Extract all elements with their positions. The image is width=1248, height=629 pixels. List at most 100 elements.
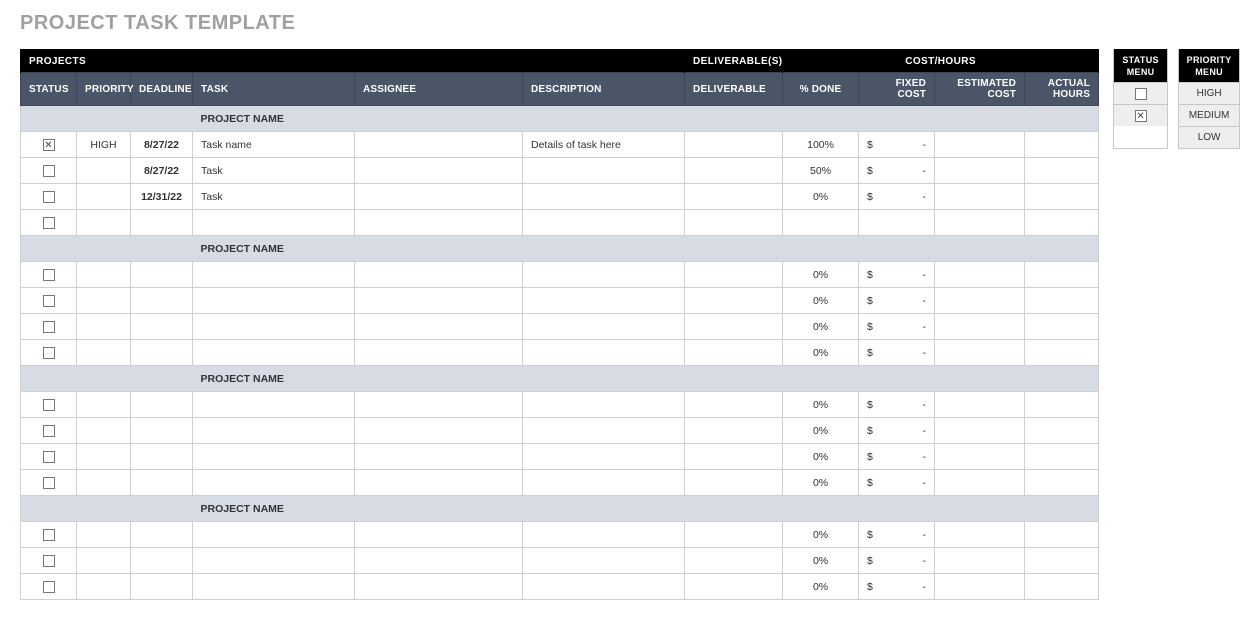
assignee-cell[interactable] (355, 314, 523, 340)
description-cell[interactable] (523, 574, 685, 600)
fixed-cost-cell[interactable]: $- (859, 444, 935, 470)
status-checkbox[interactable] (43, 425, 55, 437)
status-checkbox[interactable] (43, 139, 55, 151)
task-cell[interactable] (193, 288, 355, 314)
priority-cell[interactable] (77, 262, 131, 288)
estimated-cost-cell[interactable] (935, 210, 1025, 236)
description-cell[interactable] (523, 522, 685, 548)
assignee-cell[interactable] (355, 184, 523, 210)
status-checkbox[interactable] (43, 269, 55, 281)
status-menu-checkbox[interactable] (1135, 88, 1147, 100)
section-name[interactable]: PROJECT NAME (193, 236, 1099, 262)
deadline-cell[interactable] (131, 340, 193, 366)
deadline-cell[interactable] (131, 314, 193, 340)
deliverable-cell[interactable] (685, 470, 783, 496)
description-cell[interactable] (523, 184, 685, 210)
priority-cell[interactable] (77, 210, 131, 236)
status-checkbox[interactable] (43, 581, 55, 593)
deadline-cell[interactable] (131, 418, 193, 444)
deadline-cell[interactable]: 8/27/22 (131, 132, 193, 158)
assignee-cell[interactable] (355, 132, 523, 158)
task-cell[interactable] (193, 392, 355, 418)
pct-done-cell[interactable]: 0% (783, 522, 859, 548)
deliverable-cell[interactable] (685, 158, 783, 184)
assignee-cell[interactable] (355, 210, 523, 236)
task-cell[interactable] (193, 548, 355, 574)
task-cell[interactable] (193, 418, 355, 444)
fixed-cost-cell[interactable]: $- (859, 574, 935, 600)
estimated-cost-cell[interactable] (935, 548, 1025, 574)
fixed-cost-cell[interactable]: $- (859, 158, 935, 184)
deliverable-cell[interactable] (685, 392, 783, 418)
deliverable-cell[interactable] (685, 262, 783, 288)
description-cell[interactable] (523, 418, 685, 444)
estimated-cost-cell[interactable] (935, 522, 1025, 548)
task-cell[interactable] (193, 444, 355, 470)
section-name[interactable]: PROJECT NAME (193, 106, 1099, 132)
estimated-cost-cell[interactable] (935, 184, 1025, 210)
pct-done-cell[interactable]: 0% (783, 418, 859, 444)
deliverable-cell[interactable] (685, 548, 783, 574)
priority-cell[interactable] (77, 548, 131, 574)
estimated-cost-cell[interactable] (935, 392, 1025, 418)
assignee-cell[interactable] (355, 418, 523, 444)
priority-menu-option[interactable]: LOW (1179, 126, 1239, 148)
pct-done-cell[interactable]: 0% (783, 470, 859, 496)
deliverable-cell[interactable] (685, 184, 783, 210)
fixed-cost-cell[interactable]: $- (859, 470, 935, 496)
assignee-cell[interactable] (355, 470, 523, 496)
deliverable-cell[interactable] (685, 522, 783, 548)
deliverable-cell[interactable] (685, 210, 783, 236)
actual-hours-cell[interactable] (1025, 262, 1099, 288)
status-checkbox[interactable] (43, 295, 55, 307)
status-cell[interactable] (21, 288, 77, 314)
estimated-cost-cell[interactable] (935, 574, 1025, 600)
fixed-cost-cell[interactable]: $- (859, 548, 935, 574)
estimated-cost-cell[interactable] (935, 158, 1025, 184)
deadline-cell[interactable] (131, 444, 193, 470)
pct-done-cell[interactable]: 0% (783, 314, 859, 340)
status-checkbox[interactable] (43, 347, 55, 359)
deadline-cell[interactable] (131, 262, 193, 288)
fixed-cost-cell[interactable]: $- (859, 392, 935, 418)
task-cell[interactable] (193, 340, 355, 366)
fixed-cost-cell[interactable]: $- (859, 262, 935, 288)
fixed-cost-cell[interactable]: $- (859, 184, 935, 210)
deadline-cell[interactable] (131, 574, 193, 600)
status-cell[interactable] (21, 210, 77, 236)
description-cell[interactable] (523, 288, 685, 314)
status-checkbox[interactable] (43, 217, 55, 229)
description-cell[interactable] (523, 548, 685, 574)
priority-cell[interactable] (77, 288, 131, 314)
deadline-cell[interactable] (131, 392, 193, 418)
status-menu-option[interactable] (1114, 82, 1167, 104)
deadline-cell[interactable] (131, 522, 193, 548)
assignee-cell[interactable] (355, 522, 523, 548)
actual-hours-cell[interactable] (1025, 314, 1099, 340)
task-cell[interactable] (193, 210, 355, 236)
section-name[interactable]: PROJECT NAME (193, 496, 1099, 522)
fixed-cost-cell[interactable]: $- (859, 132, 935, 158)
fixed-cost-cell[interactable]: $- (859, 314, 935, 340)
task-cell[interactable] (193, 470, 355, 496)
priority-cell[interactable] (77, 444, 131, 470)
pct-done-cell[interactable]: 0% (783, 444, 859, 470)
deadline-cell[interactable] (131, 470, 193, 496)
actual-hours-cell[interactable] (1025, 210, 1099, 236)
fixed-cost-cell[interactable]: $- (859, 288, 935, 314)
deadline-cell[interactable] (131, 210, 193, 236)
pct-done-cell[interactable]: 0% (783, 262, 859, 288)
task-cell[interactable]: Task (193, 158, 355, 184)
deliverable-cell[interactable] (685, 340, 783, 366)
deliverable-cell[interactable] (685, 132, 783, 158)
status-cell[interactable] (21, 522, 77, 548)
actual-hours-cell[interactable] (1025, 522, 1099, 548)
assignee-cell[interactable] (355, 158, 523, 184)
status-checkbox[interactable] (43, 451, 55, 463)
actual-hours-cell[interactable] (1025, 444, 1099, 470)
priority-cell[interactable] (77, 418, 131, 444)
actual-hours-cell[interactable] (1025, 132, 1099, 158)
priority-cell[interactable] (77, 574, 131, 600)
estimated-cost-cell[interactable] (935, 418, 1025, 444)
priority-cell[interactable] (77, 184, 131, 210)
